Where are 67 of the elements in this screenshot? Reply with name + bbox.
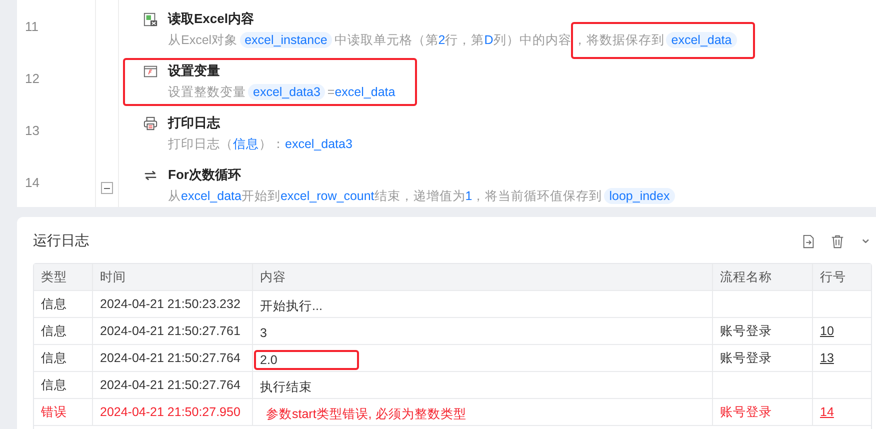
- description-text: ，将当前循环值保存到: [472, 188, 602, 204]
- description-text: ）：: [259, 136, 285, 152]
- description-text: 从: [168, 188, 181, 204]
- value-text: excel_data: [334, 85, 396, 99]
- line-number: 12: [25, 70, 40, 86]
- description-text: 列）中的内容: [493, 32, 572, 48]
- description-text: 结束，递增值为: [374, 188, 466, 204]
- table-cell: 2024-04-21 21:50:23.232: [100, 297, 240, 311]
- value-text: excel_data3: [285, 137, 352, 151]
- highlight-frame: 2.0: [254, 350, 360, 370]
- description-text: =: [327, 85, 335, 99]
- table-cell: 账号登录: [720, 350, 772, 366]
- description-text: 设置整数变量: [168, 84, 246, 100]
- description-text: 开始到: [241, 188, 280, 204]
- value-text: excel_data: [181, 189, 242, 203]
- table-cell: 账号登录: [720, 404, 772, 420]
- table-cell: 2024-04-21 21:50:27.950: [100, 405, 240, 419]
- table-cell: 2024-04-21 21:50:27.761: [100, 324, 240, 338]
- table-cell: 信息: [41, 296, 67, 312]
- variable-chip: excel_data: [666, 32, 737, 48]
- step-title: 设置变量: [168, 62, 220, 80]
- column-header: 内容: [253, 264, 713, 290]
- column-header: 时间: [93, 264, 253, 290]
- collapse-icon[interactable]: ⌄: [859, 230, 872, 246]
- line-number: 13: [25, 122, 40, 138]
- line-link[interactable]: 14: [820, 405, 834, 419]
- column-header: 行号: [819, 268, 847, 286]
- description-text: 从Excel对象: [168, 32, 238, 48]
- step-title: 读取Excel内容: [168, 10, 254, 28]
- collapse-icon[interactable]: [101, 182, 113, 194]
- table-cell: 错误: [41, 404, 67, 420]
- variable-chip: excel_data3: [248, 84, 326, 100]
- line-number: 14: [25, 174, 40, 190]
- table-cell: 2024-04-21 21:50:27.764: [100, 378, 240, 392]
- column-header: 类型: [34, 264, 93, 290]
- table-cell: 信息: [41, 350, 67, 366]
- value-text: 信息: [233, 136, 259, 152]
- line-link[interactable]: 10: [820, 324, 834, 338]
- table-cell-text: 执行结束: [259, 378, 313, 396]
- description-text: 打印日志（: [168, 136, 233, 152]
- step-title: 打印日志: [168, 114, 220, 132]
- table-cell: 信息: [41, 322, 67, 340]
- line-link[interactable]: 13: [820, 351, 834, 365]
- table-cell: 2024-04-21 21:50:27.764: [100, 351, 240, 365]
- table-cell: 信息: [41, 376, 67, 394]
- table-cell-text: 开始执行...: [259, 298, 324, 314]
- variable-chip: excel_instance: [240, 32, 332, 48]
- function-icon: [143, 64, 158, 78]
- spreadsheet-icon: [143, 12, 158, 26]
- table-cell-text: 参数start类型错误, 必须为整数类型: [265, 406, 468, 422]
- variable-chip: loop_index: [604, 188, 675, 204]
- value-text: excel_row_count: [280, 189, 374, 203]
- table-cell-text: 3: [259, 325, 268, 342]
- value-text: 2: [438, 33, 446, 47]
- delete-icon[interactable]: [830, 234, 846, 248]
- table-cell: 账号登录: [720, 322, 772, 340]
- value-text: 1: [465, 189, 472, 203]
- step-title: For次数循环: [168, 166, 241, 184]
- line-number: 11: [25, 18, 38, 34]
- printer-icon: [143, 116, 158, 130]
- description-text: ，将数据保存到: [573, 32, 664, 48]
- description-text: 行，第: [445, 32, 484, 48]
- column-header: 流程名称: [713, 264, 813, 290]
- value-text: D: [484, 33, 494, 47]
- export-icon[interactable]: [801, 234, 816, 248]
- description-text: 中读取单元格（第: [334, 32, 438, 48]
- panel-title: 运行日志: [33, 232, 89, 250]
